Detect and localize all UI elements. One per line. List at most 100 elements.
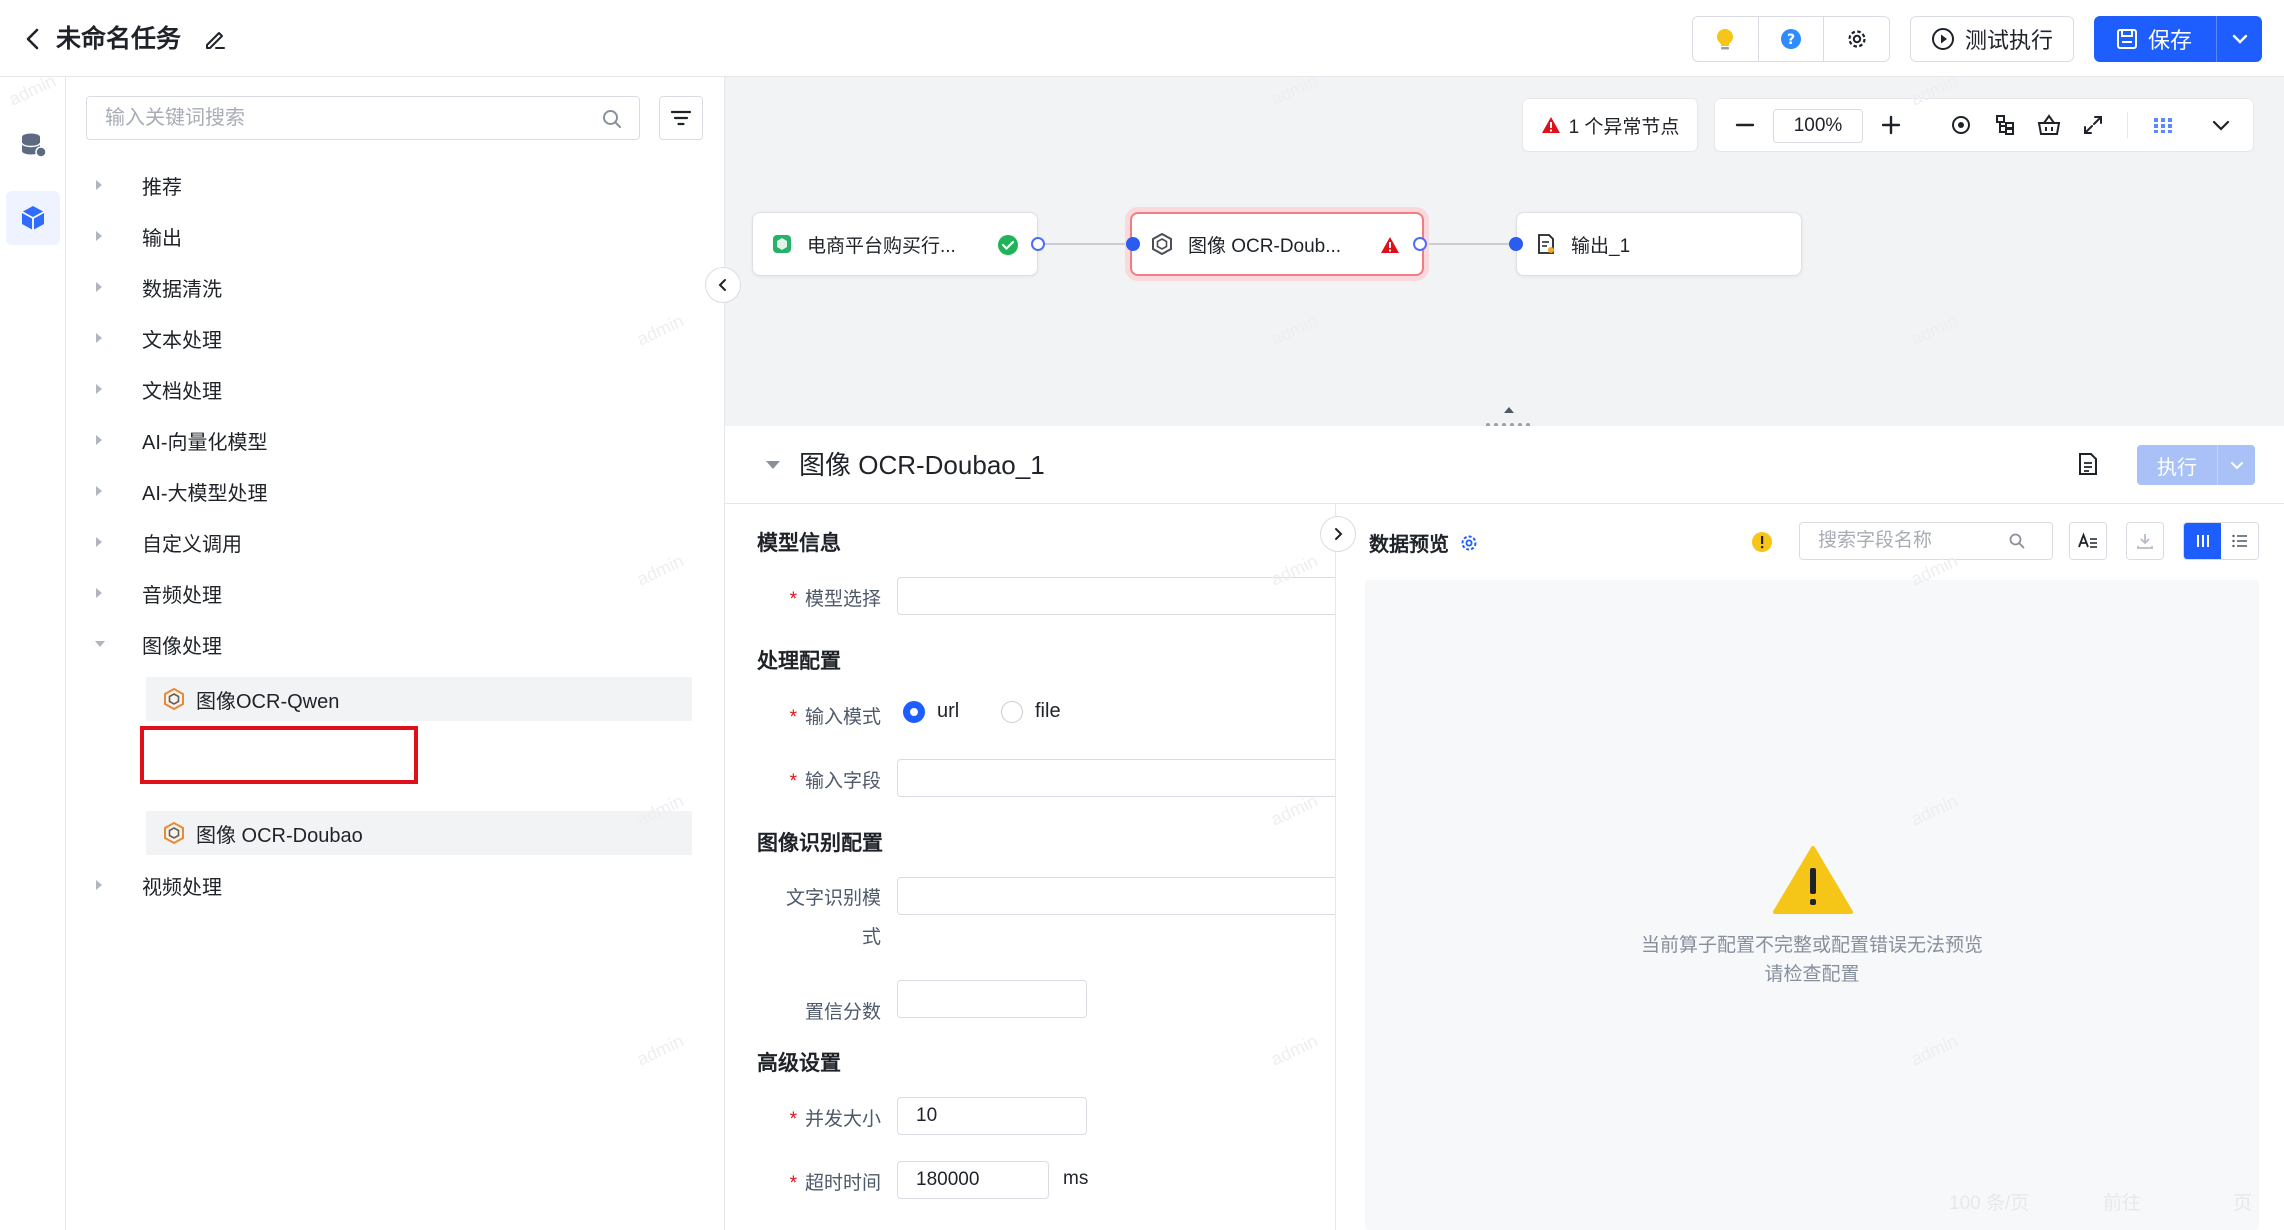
timeout-label: * 超时时间 [789, 1173, 881, 1194]
search-icon[interactable] [601, 108, 623, 135]
edit-title-icon[interactable] [202, 26, 228, 52]
category-document-processing[interactable]: 文档处理 [94, 369, 222, 409]
execute-button-group: 执行 [2137, 445, 2255, 485]
model-select-label: * 模型选择 [789, 589, 881, 610]
back-icon[interactable] [18, 24, 48, 54]
collapse-panel-button[interactable] [705, 267, 741, 303]
execute-dropdown-toggle[interactable] [2217, 445, 2255, 485]
input-port[interactable] [1126, 237, 1140, 251]
operator-item-ocr-doubao[interactable]: 图像 OCR-Doubao [146, 811, 692, 855]
execute-button[interactable]: 执行 [2137, 451, 2217, 480]
category-label: 输出 [142, 227, 182, 250]
text-mode-select[interactable] [897, 877, 1335, 915]
category-custom-call[interactable]: 自定义调用 [94, 522, 242, 562]
gear-icon[interactable] [1824, 17, 1889, 61]
expand-preview-button[interactable] [1320, 516, 1356, 552]
search-icon[interactable] [2008, 532, 2026, 550]
save-dropdown-toggle[interactable] [2216, 16, 2262, 62]
category-label: 文档处理 [142, 380, 222, 403]
filter-button[interactable] [659, 96, 703, 140]
output-port[interactable] [1413, 237, 1427, 251]
rail-operators-button[interactable] [6, 191, 60, 245]
category-ai-vector[interactable]: AI-向量化模型 [94, 420, 268, 460]
operator-search-input[interactable] [87, 97, 567, 139]
category-label: 图像处理 [142, 635, 222, 658]
field-search-input[interactable] [1800, 529, 2000, 553]
zoom-level[interactable]: 100% [1773, 109, 1863, 143]
play-icon [1931, 27, 1955, 51]
test-run-button[interactable]: 测试执行 [1910, 16, 2074, 62]
document-icon[interactable] [2077, 452, 2099, 476]
header-icon-group: ? [1692, 16, 1890, 62]
save-icon [2116, 28, 2138, 50]
save-button[interactable]: 保存 [2094, 16, 2216, 62]
category-text-processing[interactable]: 文本处理 [94, 318, 222, 358]
category-audio[interactable]: 音频处理 [94, 573, 222, 613]
category-output[interactable]: 输出 [94, 216, 182, 256]
zoom-in-button[interactable] [1869, 99, 1913, 151]
gear-icon[interactable] [1459, 533, 1479, 553]
basket-button[interactable] [2029, 99, 2069, 151]
zoom-out-button[interactable] [1723, 99, 1767, 151]
category-label: 数据清洗 [142, 278, 222, 301]
chevron-right-icon [1329, 525, 1347, 543]
input-mode-label: * 输入模式 [789, 707, 881, 728]
layout-tree-button[interactable] [1985, 99, 2025, 151]
input-mode-file-radio[interactable]: file [1001, 700, 1061, 723]
view-mode-toggle [2183, 522, 2259, 560]
caret-right-icon [94, 879, 122, 891]
category-image[interactable]: 图像处理 [94, 624, 222, 664]
preview-title-text: 数据预览 [1369, 534, 1449, 556]
empty-message-line1: 当前算子配置不完整或配置错误无法预览 [1640, 935, 1983, 956]
save-button-group: 保存 [2094, 16, 2262, 62]
operator-hexagon-icon [1150, 232, 1174, 256]
input-mode-url-radio[interactable]: url [903, 700, 959, 723]
list-view-button[interactable] [2221, 523, 2258, 559]
operator-item-ocr-qwen[interactable]: 图像OCR-Qwen [146, 677, 692, 721]
confidence-input[interactable] [897, 980, 1087, 1018]
canvas-toolbar: 100% [1714, 98, 2254, 152]
minimap-toggle-button[interactable] [2141, 99, 2185, 151]
canvas-node-output[interactable]: 输出_1 [1516, 212, 1802, 276]
category-data-cleaning[interactable]: 数据清洗 [94, 267, 222, 307]
canvas-node-source[interactable]: 电商平台购买行... [752, 212, 1038, 276]
category-label: 视频处理 [142, 876, 222, 899]
category-ai-llm[interactable]: AI-大模型处理 [94, 471, 268, 511]
canvas-node-ocr[interactable]: 图像 OCR-Doub... [1130, 212, 1424, 276]
fullscreen-button[interactable] [2073, 99, 2113, 151]
caret-down-icon[interactable] [765, 459, 781, 471]
category-recommend[interactable]: 推荐 [94, 165, 182, 205]
input-port[interactable] [1509, 237, 1523, 251]
lightbulb-icon[interactable] [1693, 17, 1759, 61]
model-select-field[interactable] [897, 577, 1335, 615]
left-rail [0, 77, 66, 1230]
rail-database-button[interactable] [6, 118, 60, 172]
chevron-down-icon [2228, 456, 2246, 474]
locate-button[interactable] [1941, 99, 1981, 151]
timeout-input[interactable]: 180000 [897, 1161, 1049, 1199]
download-icon [2135, 531, 2155, 551]
warning-info-icon[interactable] [1751, 531, 1773, 553]
download-button[interactable] [2126, 522, 2164, 560]
field-format-button[interactable] [2069, 522, 2107, 560]
error-node-indicator[interactable]: 1 个异常节点 [1522, 98, 1698, 152]
toolbar-more-button[interactable] [2199, 99, 2243, 151]
category-video[interactable]: 视频处理 [94, 865, 222, 905]
input-field-select[interactable] [897, 759, 1335, 797]
page-size-select[interactable]: 100 条/页 [1949, 1188, 2029, 1215]
chevron-down-icon [2229, 28, 2251, 50]
field-search [1799, 522, 2053, 560]
caret-right-icon [94, 536, 122, 548]
section-advanced: 高级设置 [757, 1052, 841, 1075]
concurrency-input[interactable]: 10 [897, 1097, 1087, 1135]
operator-hexagon-icon [162, 821, 186, 845]
warning-triangle-icon [1541, 116, 1561, 134]
category-label: AI-大模型处理 [142, 482, 268, 505]
column-view-button[interactable] [2184, 523, 2221, 559]
output-port[interactable] [1031, 237, 1045, 251]
help-icon[interactable]: ? [1759, 17, 1825, 61]
operator-panel: 推荐 输出 数据清洗 文本处理 文档处理 AI-向量化模型 AI-大模型处理 [66, 77, 725, 1230]
target-icon [1950, 114, 1972, 136]
basket-icon [2037, 114, 2061, 136]
data-preview-panel: 数据预览 搜索字段名称 当前算子配置不完整或配置错误无法预览 请检查配置 100… [1337, 504, 2284, 1230]
